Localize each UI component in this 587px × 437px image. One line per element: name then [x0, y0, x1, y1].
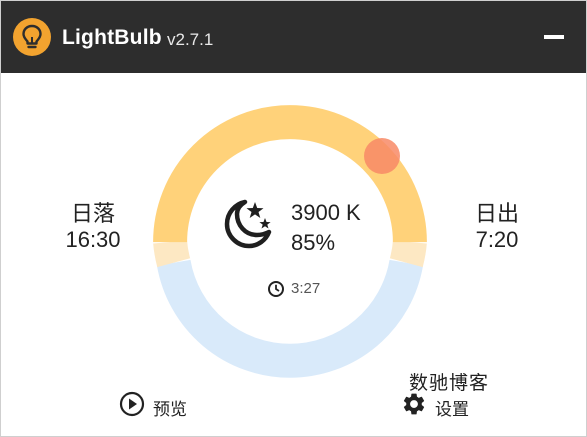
settings-button[interactable]: 设置 — [401, 390, 481, 420]
brightness: 85% — [291, 230, 336, 255]
sunrise-info: 日出 7:20 — [463, 201, 531, 253]
preview-label: 预览 — [153, 400, 187, 419]
sunset-label: 日落 — [70, 201, 115, 226]
settings-label: 设置 — [435, 400, 469, 419]
moon-stars-icon — [224, 199, 272, 249]
sunset-info: 日落 16:30 — [59, 201, 127, 253]
sunset-time: 16:30 — [65, 227, 121, 252]
current-time-handle[interactable] — [364, 138, 400, 174]
time-until-transition: 3:27 — [291, 280, 321, 297]
lightbulb-window: LightBulb v2.7.1 日落 16:30 日出 7:20 3900 K… — [0, 0, 587, 437]
play-circle-icon — [119, 391, 145, 417]
preview-button[interactable]: 预览 — [119, 390, 199, 420]
transition-arc-right — [389, 240, 427, 268]
transition-arc-left — [153, 240, 191, 268]
sunrise-time: 7:20 — [475, 227, 519, 252]
sunrise-label: 日出 — [474, 201, 519, 226]
clock-icon — [268, 281, 284, 297]
color-temperature: 3900 K — [291, 200, 361, 225]
night-arc — [156, 259, 424, 378]
gear-icon — [403, 393, 425, 415]
